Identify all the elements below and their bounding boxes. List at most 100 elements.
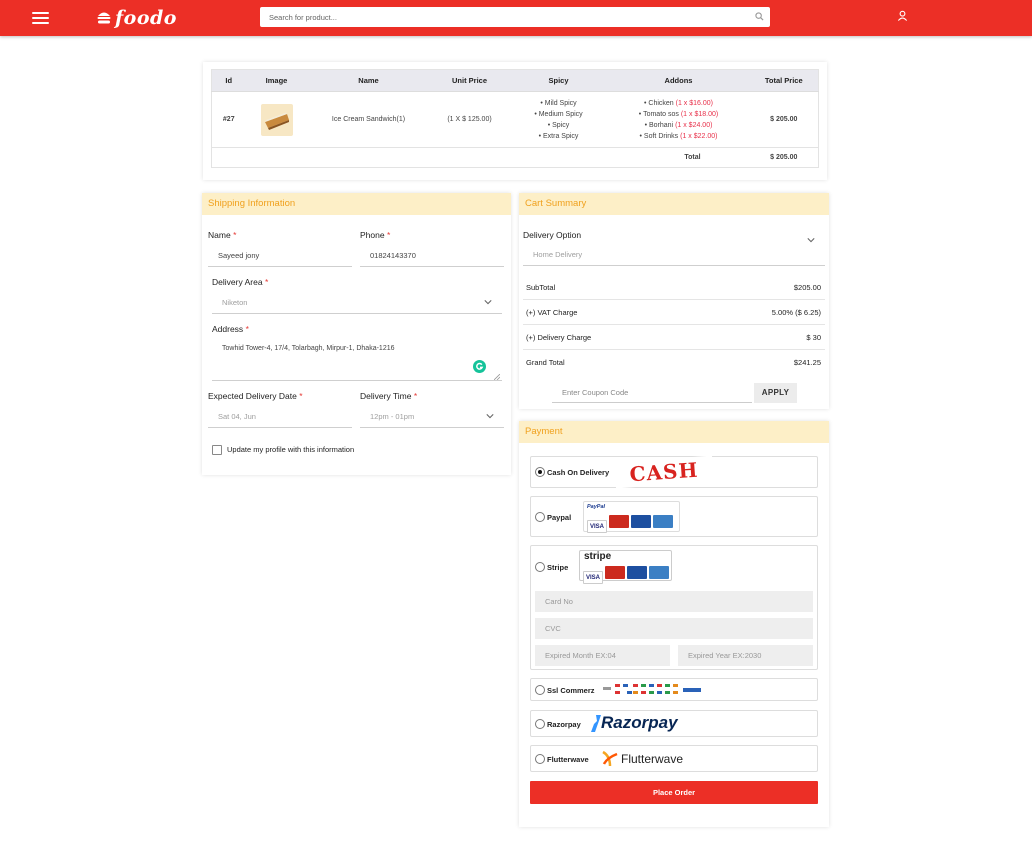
table-row: #27 Ice Cream Sandwich(1) (1 X $ 125.00)…	[211, 91, 819, 148]
stripe-wordmark: stripe	[584, 551, 612, 562]
logo[interactable]: foodo	[96, 7, 177, 29]
update-profile-checkbox[interactable]	[212, 445, 222, 455]
shipping-title: Shipping Information	[202, 193, 511, 215]
cash-label: Cash On Delivery	[547, 468, 610, 477]
search-bar	[260, 7, 770, 28]
product-image	[260, 103, 293, 136]
shipping-card: Shipping Information Name * Sayeed jony …	[202, 193, 511, 475]
card-number-input[interactable]: Card No	[535, 591, 813, 612]
name-field[interactable]: Sayeed jony	[208, 245, 352, 267]
razorpay-label: Razorpay	[547, 720, 581, 729]
paypal-wordmark: PayPal	[587, 504, 606, 510]
table-header-row: Id Image Name Unit Price Spicy Addons To…	[211, 69, 819, 92]
list-item: • Medium Spicy	[534, 110, 583, 118]
search-icon[interactable]	[755, 12, 764, 21]
stripe-logo: stripe VISA	[579, 550, 672, 584]
payment-option-sslcommerz[interactable]: Ssl Commerz	[530, 678, 818, 701]
visa-icon: VISA	[583, 571, 603, 584]
razorpay-wordmark: Razorpay	[601, 713, 678, 732]
sslcommerz-radio[interactable]	[535, 685, 545, 695]
payment-option-flutterwave[interactable]: Flutterwave Flutterwave	[530, 745, 818, 772]
paypal-radio[interactable]	[535, 512, 545, 522]
col-total-price: Total Price	[749, 69, 819, 92]
delivery-time-select[interactable]: 12pm - 01pm	[360, 406, 504, 428]
sslcommerz-label: Ssl Commerz	[547, 686, 595, 695]
list-item: • Soft Drinks (1 x $22.00)	[639, 132, 718, 140]
order-table: Id Image Name Unit Price Spicy Addons To…	[211, 69, 819, 168]
payment-option-cash[interactable]: Cash On Delivery CASH	[530, 455, 818, 489]
cvc-input[interactable]: CVC	[535, 618, 813, 639]
cash-radio[interactable]	[535, 467, 545, 477]
mastercard-icon	[609, 515, 629, 528]
col-id: Id	[211, 69, 246, 92]
burger-logo-icon	[97, 12, 111, 24]
razorpay-icon	[591, 715, 601, 732]
card-logos: VISA	[587, 515, 675, 533]
razorpay-radio[interactable]	[535, 719, 545, 729]
payment-option-razorpay[interactable]: Razorpay Razorpay	[530, 710, 818, 737]
update-profile-label: Update my profile with this information	[227, 445, 355, 454]
address-label: Address *	[212, 324, 249, 334]
expiry-month-input[interactable]: Expired Month EX:04	[535, 645, 670, 666]
chevron-down-icon	[486, 414, 494, 419]
delivery-option-value: Home Delivery	[533, 250, 583, 259]
grand-total-row: Grand Total $241.25	[526, 358, 821, 367]
product-name: Ice Cream Sandwich(1)	[307, 91, 430, 148]
grammarly-icon[interactable]	[473, 360, 486, 373]
total-value: $ 205.00	[749, 147, 819, 168]
delivery-area-value: Niketon	[222, 298, 248, 307]
flutterwave-icon	[602, 750, 618, 767]
payment-option-paypal[interactable]: Paypal PayPal VISA	[530, 496, 818, 537]
sslcommerz-logos-icon	[603, 684, 701, 694]
row-total-price: $ 205.00	[749, 91, 819, 148]
delivery-charge-row: (+) Delivery Charge $ 30	[523, 326, 825, 350]
payment-option-stripe[interactable]: Stripe stripe VISA Card No CVC Expired M…	[530, 545, 818, 670]
phone-label: Phone *	[360, 230, 391, 240]
top-navbar: foodo	[0, 0, 1032, 36]
menu-icon[interactable]	[32, 12, 49, 24]
col-addons: Addons	[607, 69, 750, 92]
order-card: Id Image Name Unit Price Spicy Addons To…	[203, 62, 827, 180]
stripe-radio[interactable]	[535, 562, 545, 572]
address-textarea[interactable]: Towhid Tower-4, 17/4, Tolarbagh, Mirpur-…	[212, 339, 502, 381]
col-unit-price: Unit Price	[429, 69, 510, 92]
list-item: • Chicken (1 x $16.00)	[643, 99, 713, 107]
order-id: #27	[211, 91, 246, 148]
product-image-cell	[245, 91, 308, 148]
delivery-area-select[interactable]: Niketon	[212, 292, 502, 314]
list-item: • Tomato sos (1 x $18.00)	[638, 110, 719, 118]
user-icon[interactable]	[897, 10, 908, 21]
cart-summary-title: Cart Summary	[519, 193, 829, 215]
sandwich-icon	[264, 112, 289, 130]
apply-button[interactable]: APPLY	[754, 383, 797, 403]
place-order-button[interactable]: Place Order	[530, 781, 818, 804]
addons-list: • Chicken (1 x $16.00) • Tomato sos (1 x…	[607, 91, 750, 148]
table-total-row: Total $ 205.00	[211, 147, 819, 168]
delivery-time-value: 12pm - 01pm	[370, 412, 415, 421]
expiry-year-input[interactable]: Expired Year EX:2030	[678, 645, 813, 666]
delivery-option-select[interactable]: Home Delivery	[523, 238, 825, 266]
name-label: Name *	[208, 230, 237, 240]
logo-text: foodo	[115, 7, 177, 29]
flutterwave-label: Flutterwave	[547, 755, 589, 764]
col-name: Name	[307, 69, 430, 92]
subtotal-row: SubTotal $205.00	[523, 276, 825, 300]
delivery-option-label: Delivery Option	[523, 230, 582, 240]
flutterwave-radio[interactable]	[535, 754, 545, 764]
cash-logo: CASH	[614, 455, 714, 489]
phone-field[interactable]: 01824143370	[360, 245, 504, 267]
list-item: • Borhani (1 x $24.00)	[644, 121, 713, 129]
coupon-input[interactable]: Enter Coupon Code	[552, 383, 752, 403]
flutterwave-wordmark: Flutterwave	[621, 752, 684, 766]
search-input[interactable]	[260, 7, 740, 28]
vat-row: (+) VAT Charge 5.00% ($ 6.25)	[523, 301, 825, 325]
payment-card: Payment Cash On Delivery CASH Paypal Pay…	[519, 421, 829, 827]
card-logos: VISA	[583, 566, 671, 584]
paypal-label: Paypal	[547, 513, 572, 522]
stripe-label: Stripe	[547, 563, 569, 572]
paypal-logo: PayPal VISA	[583, 501, 680, 533]
delivery-date-field[interactable]: Sat 04, Jun	[208, 406, 352, 428]
list-item: • Spicy	[547, 121, 570, 129]
resize-handle-icon[interactable]	[494, 374, 500, 380]
maestro-icon	[631, 515, 651, 528]
